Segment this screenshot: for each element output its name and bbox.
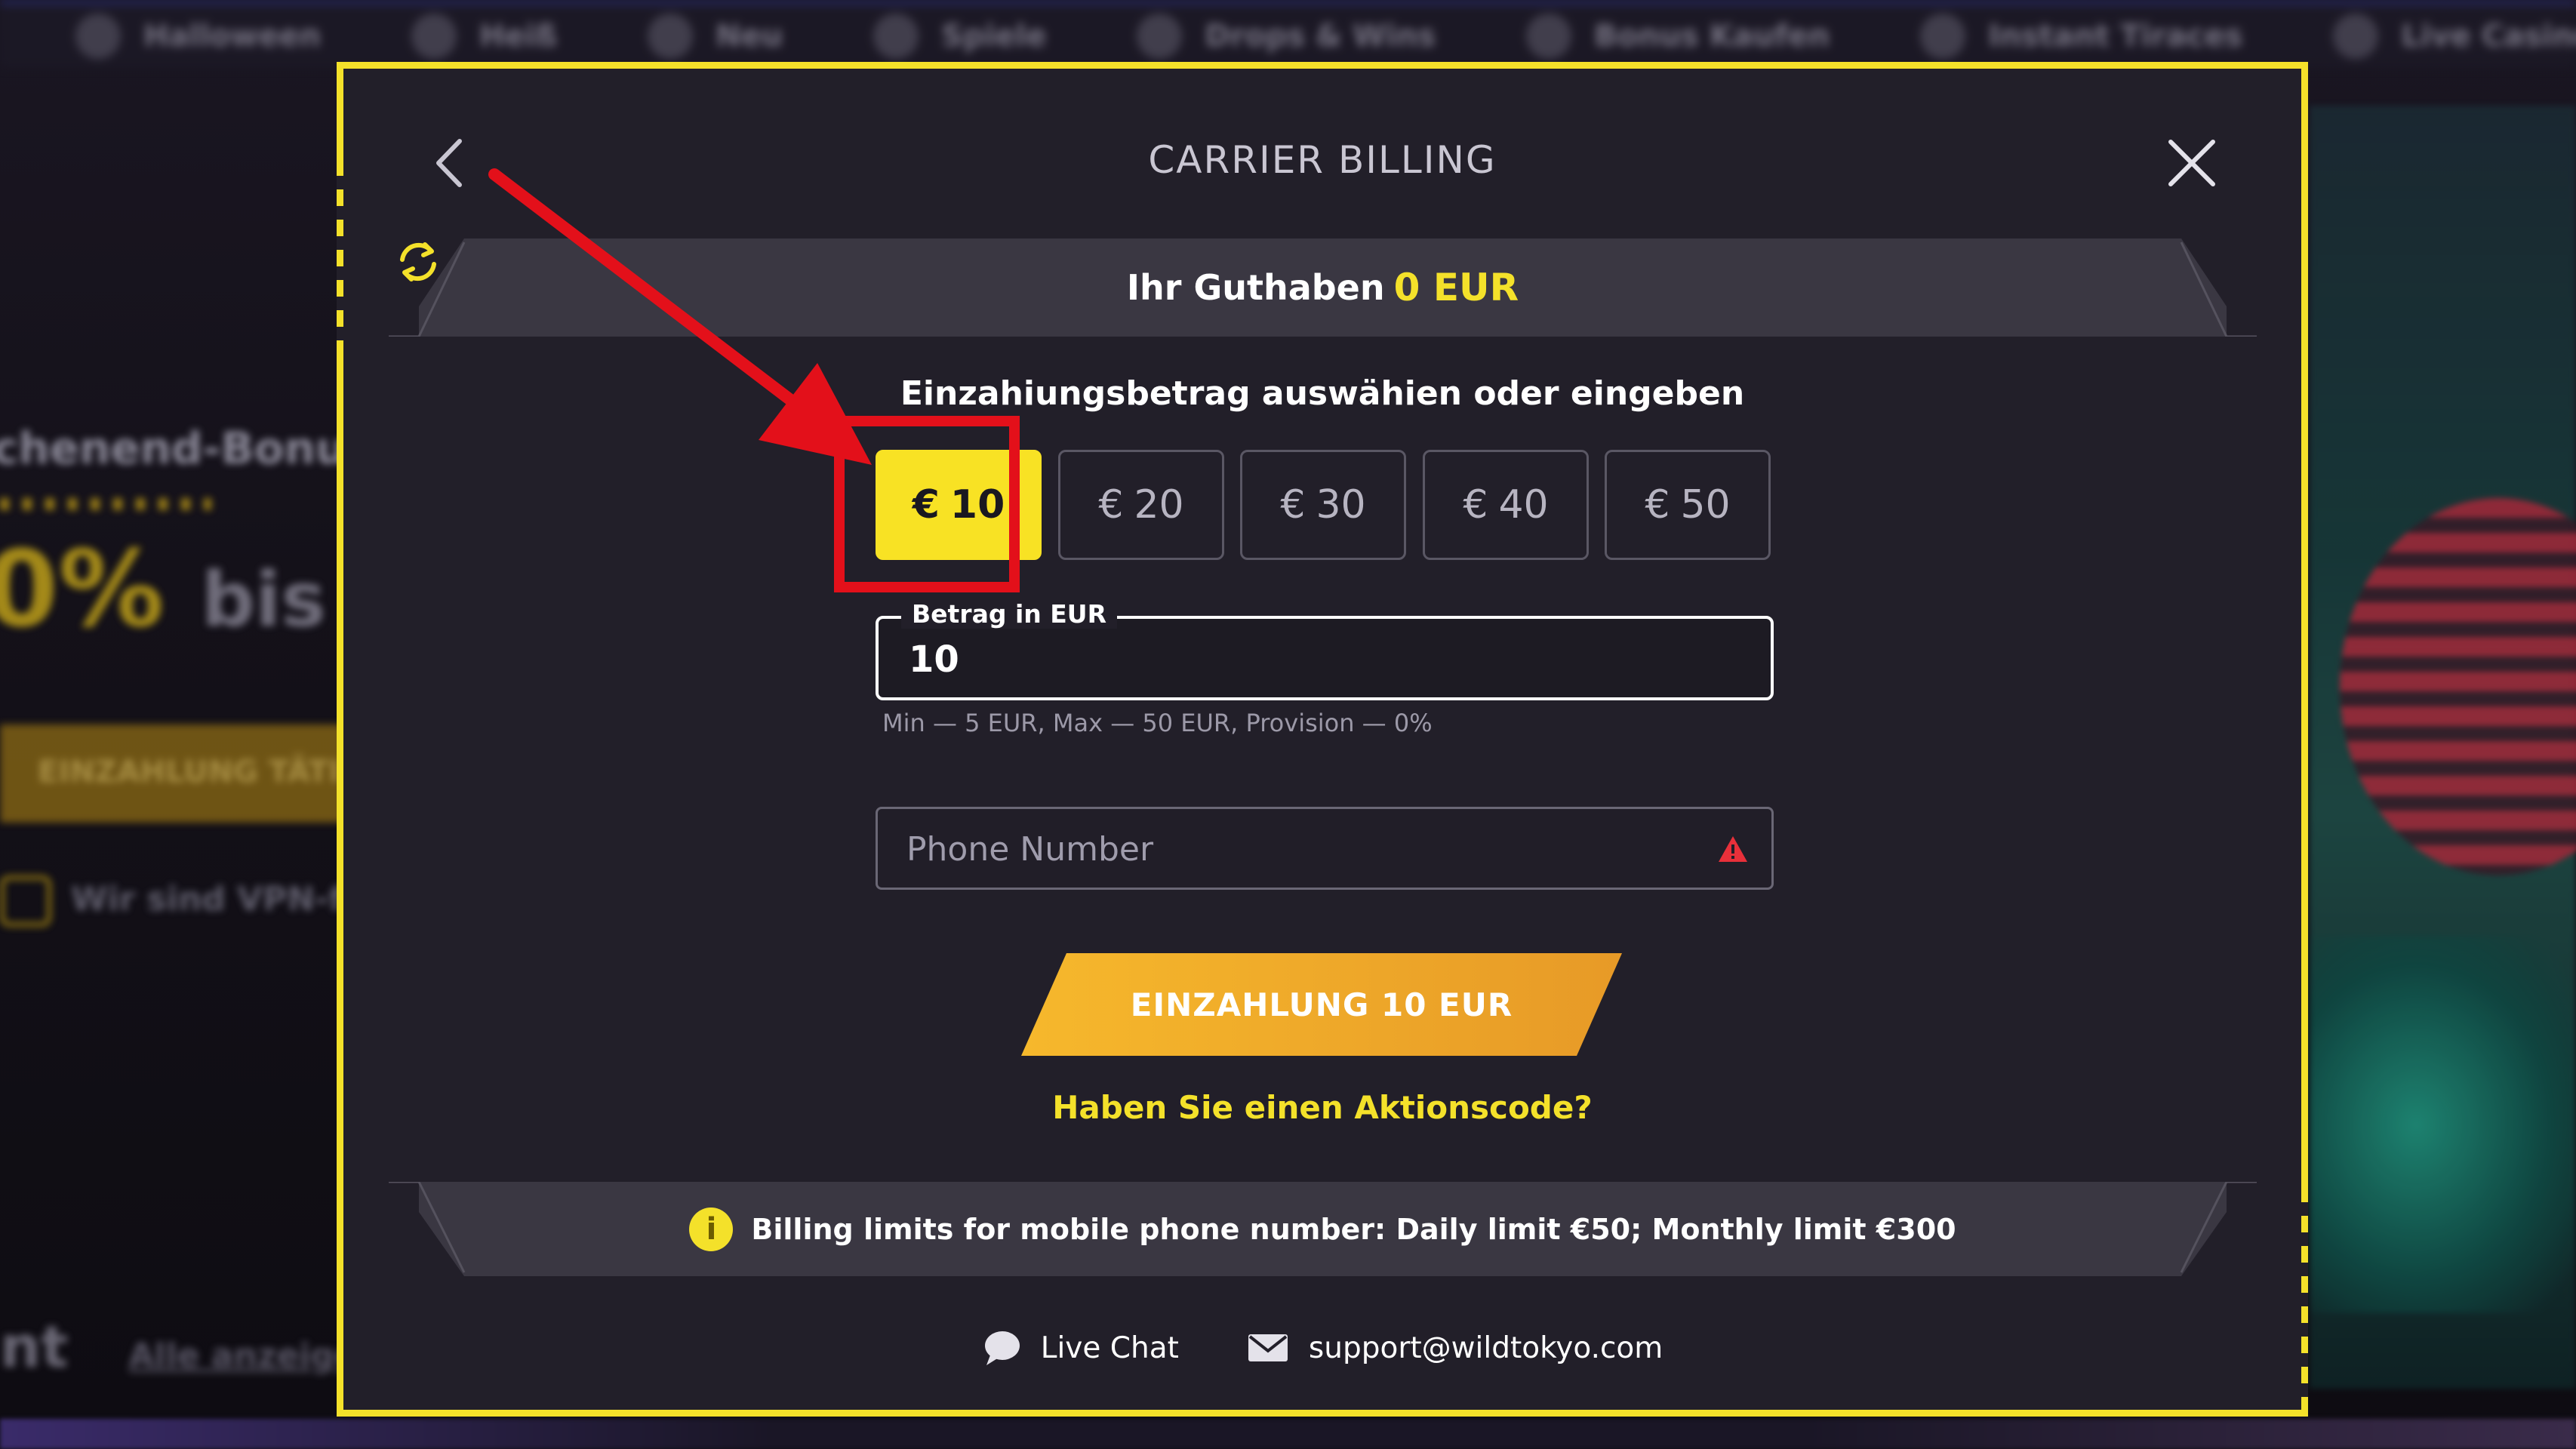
flame-icon — [411, 14, 457, 59]
euro-symbol: € — [912, 482, 940, 528]
background-bottom-strip — [0, 1419, 2576, 1449]
gift-icon — [1526, 14, 1572, 59]
background-artwork — [2310, 106, 2576, 1389]
nav-item-drops-wins: Drops & Wins — [1137, 14, 1436, 59]
deposit-button[interactable]: EINZAHLUNG 10 EUR — [1021, 953, 1622, 1056]
billing-limits-message: i Billing limits for mobile phone number… — [381, 1182, 2264, 1276]
promo-deposit-button: EINZAHLUNG TÄTI — [0, 724, 347, 823]
close-icon — [2168, 140, 2215, 186]
support-email-label: support@wildtokyo.com — [1308, 1331, 1663, 1365]
euro-symbol: € — [1645, 482, 1670, 528]
billing-limits-bar: i Billing limits for mobile phone number… — [381, 1182, 2264, 1276]
phone-number-input[interactable] — [905, 826, 1660, 872]
amount-button-10[interactable]: €10 — [876, 450, 1042, 560]
background-nav-bar: Halloween Heiß Neu Spiele Drops & Wins B… — [0, 0, 2576, 68]
modal-edge-dashes-left — [337, 159, 343, 355]
amount-limits-hint: Min — 5 EUR, Max — 50 EUR, Provision — 0… — [882, 709, 1433, 737]
artwork-sun — [2340, 498, 2576, 875]
deposit-button-label: EINZAHLUNG 10 EUR — [1130, 986, 1513, 1023]
carrier-billing-modal: CARRIER BILLING Ihr Guthaben 0 EUR Einza… — [337, 62, 2308, 1417]
modal-edge-dashes-right — [2301, 1186, 2308, 1412]
nav-item-live-casino: Live Casino — [2333, 14, 2576, 59]
artwork-glow — [2310, 936, 2576, 1313]
amount-presets: €10 €20 €30 €40 €50 — [876, 450, 1774, 563]
amount-field-label: Betrag in EUR — [901, 599, 1118, 629]
section-header: nt Alle anzeigen — [0, 1313, 381, 1380]
billing-limits-text: Billing limits for mobile phone number: … — [751, 1212, 1956, 1246]
amount-button-30[interactable]: €30 — [1240, 450, 1406, 560]
balance-amount: 0 EUR — [1393, 266, 1519, 309]
modal-title: CARRIER BILLING — [1148, 138, 1497, 182]
amount-field-value: 10 — [909, 638, 959, 681]
amount-button-40[interactable]: €40 — [1423, 450, 1589, 560]
live-chat-link[interactable]: Live Chat — [982, 1329, 1179, 1367]
nav-item-hot: Heiß — [411, 14, 557, 59]
promo-code-link[interactable]: Haben Sie einen Aktionscode? — [343, 1089, 2301, 1126]
nav-item-new: Neu — [648, 14, 783, 59]
amount-button-20[interactable]: €20 — [1058, 450, 1224, 560]
nav-item-instant: Instant Tiraces — [1920, 14, 2242, 59]
refresh-icon[interactable] — [395, 238, 442, 285]
gamepad-icon — [873, 14, 919, 59]
promo-divider — [0, 498, 211, 510]
euro-symbol: € — [1463, 482, 1488, 528]
amount-button-50[interactable]: €50 — [1605, 450, 1771, 560]
vpn-note: Wir sind VPN-fre — [0, 875, 382, 927]
chat-bubble-icon — [984, 1331, 1020, 1365]
close-button[interactable] — [2158, 129, 2226, 197]
live-chat-label: Live Chat — [1040, 1331, 1179, 1365]
balance-display: Ihr Guthaben 0 EUR — [381, 238, 2264, 337]
balance-bar: Ihr Guthaben 0 EUR — [381, 238, 2264, 337]
info-icon: i — [689, 1207, 734, 1251]
cards-icon — [2333, 14, 2379, 59]
nav-item-halloween: Halloween — [75, 14, 321, 59]
nav-item-games: Spiele — [873, 14, 1046, 59]
balance-label: Ihr Guthaben — [1126, 267, 1385, 308]
amount-heading: Einzahiungsbetrag auswähien oder eingebe… — [900, 374, 1745, 413]
pumpkin-icon — [75, 14, 121, 59]
coins-icon — [1137, 14, 1183, 59]
target-icon — [1920, 14, 1966, 59]
modal-footer: Live Chat support@wildtokyo.com — [343, 1329, 2301, 1367]
warning-icon — [1719, 836, 1747, 862]
euro-symbol: € — [1098, 482, 1124, 528]
background-promo-panel: chenend-Bonus 0% bis zu EINZAHLUNG TÄTI … — [0, 362, 450, 1380]
amount-input-field[interactable]: Betrag in EUR 10 — [876, 599, 1774, 700]
euro-symbol: € — [1280, 482, 1306, 528]
support-email-link[interactable]: support@wildtokyo.com — [1247, 1331, 1663, 1365]
sparkle-icon — [648, 14, 694, 59]
phone-number-field — [876, 807, 1774, 890]
nav-item-bonus-buy: Bonus Kaufen — [1526, 14, 1830, 59]
mail-icon — [1248, 1334, 1288, 1361]
promo-title: chenend-Bonus — [0, 423, 373, 474]
